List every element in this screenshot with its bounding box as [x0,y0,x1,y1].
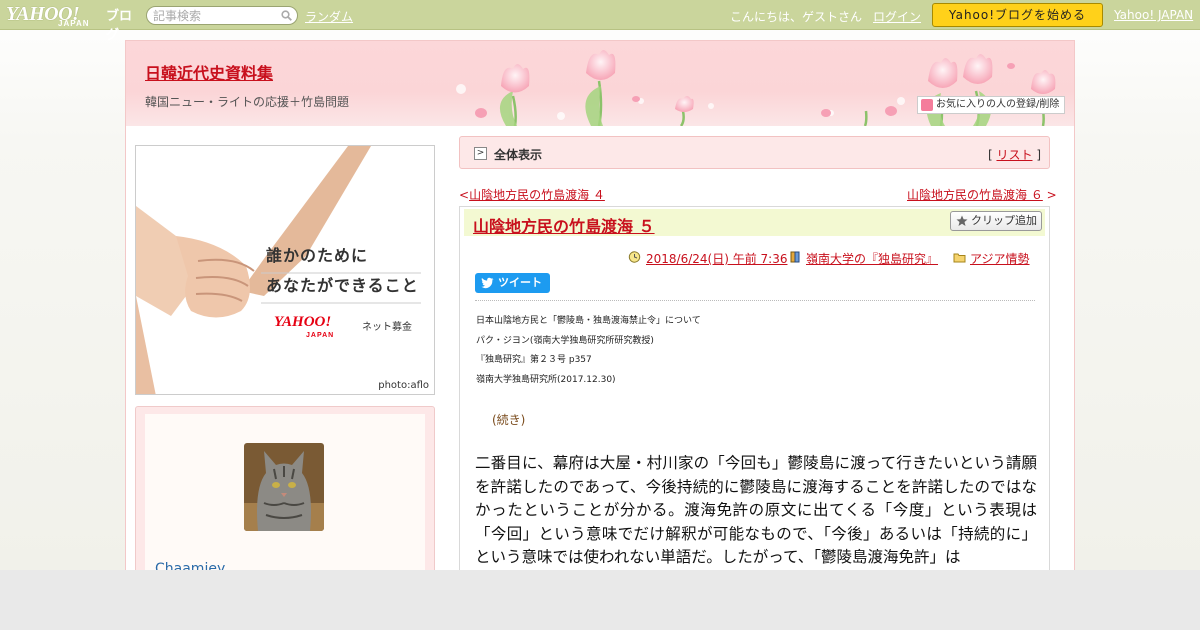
expand-arrow-icon: > [474,147,487,160]
ad-headline-line1: 誰かのために [266,246,369,265]
cat-avatar-image [244,443,324,531]
login-link[interactable]: ログイン [873,8,921,25]
profile-box: Chaamiey [135,406,435,570]
article-toolbar: > 全体表示 [ リスト ] [459,136,1050,169]
article-divider [475,300,1035,301]
donation-ad-banner[interactable]: 誰かのために あなたができること YAHOO! JAPAN ネット募金 phot… [135,145,435,395]
article-folder-link[interactable]: アジア情勢 [970,250,1030,267]
logo-sub-text: JAPAN [58,19,90,28]
next-arrow: > [1046,188,1057,202]
search-icon[interactable] [281,10,292,21]
viewport-bottom-area [0,570,1200,630]
hands-illustration [136,146,421,394]
article-title-bar: 山陰地方民の竹島渡海 ５ クリップ追加 [464,209,1045,236]
favorite-register-label: お気に入りの人の登録/削除 [936,99,1060,110]
folder-icon [953,253,966,263]
article: 山陰地方民の竹島渡海 ５ クリップ追加 2018/6/24(日) 午前 7:36… [459,206,1050,570]
avatar[interactable] [244,443,324,531]
article-meta: 2018/6/24(日) 午前 7:36 嶺南大学の『独島研究』 アジア情勢 [628,250,1038,266]
blog-frame: 日韓近代史資料集 韓国ニュー・ライトの応援＋竹島問題 お気に入りの人の登録/削除… [125,40,1075,570]
ad-service-name: ネット募金 [362,322,412,333]
next-article-link[interactable]: 山陰地方民の竹島渡海 ６ > [907,186,1057,203]
prev-article-title: 山陰地方民の竹島渡海 ４ [469,188,605,202]
ad-brand-logo: YAHOO! [274,314,332,330]
clip-add-label: クリップ追加 [971,214,1037,227]
list-bracket-open: [ [987,148,993,162]
ad-brand-sub: JAPAN [306,332,335,339]
continued-label: (続き) [492,413,526,427]
page: YAHOO! JAPAN ブログ ランダム こんにちは、ゲストさん ログイン Y… [0,0,1200,570]
article-body-text: 二番目に、幕府は大屋・村川家の「今回も」鬱陵島に渡って行きたいという請願を許諾し… [475,454,1037,566]
tweet-button[interactable]: ツイート [475,273,550,293]
yahoo-blog-logo[interactable]: YAHOO! JAPAN ブログ [6,3,140,43]
prev-arrow: < [459,188,470,202]
tweet-label: ツイート [498,276,542,289]
yahoo-japan-link[interactable]: Yahoo! JAPAN [1114,8,1193,22]
search-input[interactable] [153,8,277,23]
list-link-group: [ リスト ] [988,146,1041,163]
favorite-heart-icon [921,99,933,111]
source-line: 日本山陰地方民と「鬱陵島・独島渡海禁止令」について [476,316,701,326]
search-box [146,6,298,25]
source-line: 嶺南大学独島研究所(2017.12.30) [476,375,616,385]
profile-inner: Chaamiey [145,414,425,570]
ad-headline-line2: あなたができること [266,276,419,295]
start-blog-button[interactable]: Yahoo!ブログを始める [932,3,1103,27]
show-all-label[interactable]: 全体表示 [494,146,542,163]
clip-add-button[interactable]: クリップ追加 [950,211,1042,231]
greeting-text: こんにちは、ゲストさん [730,10,863,24]
list-link[interactable]: リスト [996,148,1032,162]
prev-article-link[interactable]: <山陰地方民の竹島渡海 ４ [459,186,605,203]
random-link[interactable]: ランダム [305,8,353,25]
clock-icon [628,251,641,263]
favorite-register-button[interactable]: お気に入りの人の登録/削除 [917,96,1065,114]
blog-description: 韓国ニュー・ライトの応援＋竹島問題 [145,95,350,109]
list-bracket-close: ] [1036,148,1041,162]
twitter-bird-icon [481,277,494,289]
book-icon [790,251,800,263]
logo-blog-text: ブログ [106,9,133,43]
ad-photo-credit: photo:aflo [378,380,429,391]
blog-title[interactable]: 日韓近代史資料集 [145,60,273,84]
source-line: パク・ジヨン(嶺南大学独島研究所研究教授) [476,336,654,346]
source-line: 『独島研究』第２３号 p357 [476,355,592,365]
next-article-title: 山陰地方民の竹島渡海 ６ [907,188,1043,202]
blog-header: 日韓近代史資料集 韓国ニュー・ライトの応援＋竹島問題 お気に入りの人の登録/削除 [126,41,1074,126]
profile-name[interactable]: Chaamiey [155,561,225,570]
article-category-link[interactable]: 嶺南大学の『独島研究』 [806,250,938,267]
article-title[interactable]: 山陰地方民の竹島渡海 ５ [473,213,655,237]
star-icon [956,215,968,226]
article-date-link[interactable]: 2018/6/24(日) 午前 7:36 [646,250,787,267]
top-bar: YAHOO! JAPAN ブログ ランダム こんにちは、ゲストさん ログイン Y… [0,0,1200,43]
